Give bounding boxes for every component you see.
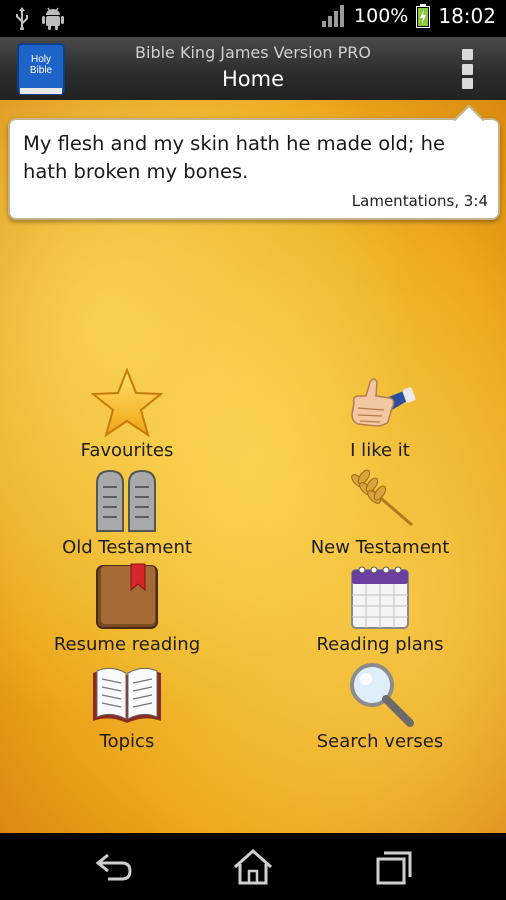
menu-item-i-like-it[interactable]: I like it [270, 368, 490, 461]
menu-item-new-testament[interactable]: New Testament [270, 465, 490, 558]
home-icon[interactable] [229, 847, 277, 887]
menu-label: Resume reading [53, 634, 201, 655]
screen: 100% 18:02 Holy Bible Bible King James V… [0, 0, 506, 900]
wheat-icon [351, 469, 413, 527]
magnifier-icon [350, 663, 414, 727]
home-content: My flesh and my skin hath he made old; h… [0, 100, 506, 833]
menu-item-old-testament[interactable]: Old Testament [17, 465, 237, 558]
bookmark-book-icon [96, 563, 158, 629]
overflow-menu-icon[interactable] [462, 49, 476, 89]
action-bar: Holy Bible Bible King James Version PRO … [0, 37, 506, 101]
menu-label: Topics [99, 731, 155, 752]
menu-item-favourites[interactable]: Favourites [17, 368, 237, 461]
back-icon[interactable] [90, 847, 138, 887]
verse-of-the-day-card[interactable]: My flesh and my skin hath he made old; h… [8, 118, 500, 220]
verse-text: My flesh and my skin hath he made old; h… [23, 132, 446, 183]
menu-label: Search verses [316, 731, 444, 752]
menu-item-reading-plans[interactable]: Reading plans [270, 562, 490, 655]
recent-apps-icon[interactable] [370, 847, 418, 887]
menu-label: Reading plans [316, 634, 444, 655]
calendar-icon [351, 566, 409, 629]
menu-label: I like it [350, 440, 410, 461]
star-icon [91, 368, 163, 438]
battery-charging-icon [416, 4, 431, 28]
menu-item-topics[interactable]: Topics [17, 659, 237, 752]
page-title: Home [221, 67, 284, 91]
battery-percent: 100% [354, 5, 409, 27]
menu-label: Old Testament [62, 537, 192, 558]
usb-icon [16, 7, 28, 30]
thumbs-up-icon [351, 378, 416, 427]
status-bar: 100% 18:02 [0, 0, 506, 37]
menu-item-resume-reading[interactable]: Resume reading [17, 562, 237, 655]
open-book-icon [93, 667, 161, 723]
stone-tablets-icon [96, 469, 156, 532]
app-subtitle: Bible King James Version PRO [135, 43, 371, 62]
navigation-bar [0, 833, 506, 900]
menu-label: Favourites [80, 440, 174, 461]
verse-reference: Lamentations, 3:4 [351, 192, 488, 210]
signal-icon [322, 5, 345, 27]
clock: 18:02 [438, 4, 496, 28]
android-debug-icon [42, 7, 64, 30]
menu-item-search-verses[interactable]: Search verses [270, 659, 490, 752]
menu-label: New Testament [310, 537, 450, 558]
